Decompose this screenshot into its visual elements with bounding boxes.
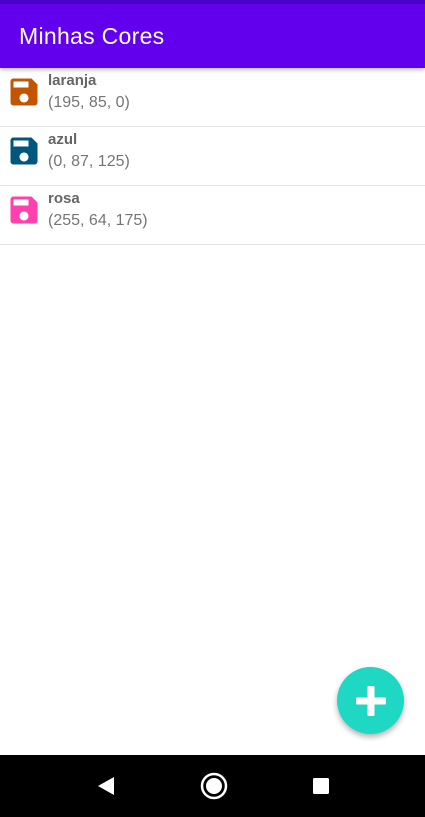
list-item-laranja[interactable]: laranja (195, 85, 0) bbox=[0, 68, 425, 127]
nav-home-button[interactable] bbox=[184, 755, 244, 817]
color-rgb-value: (255, 64, 175) bbox=[48, 212, 148, 229]
color-name: rosa bbox=[48, 190, 80, 207]
color-rgb-value: (0, 87, 125) bbox=[48, 153, 130, 170]
save-icon bbox=[6, 192, 42, 228]
app-title: Minhas Cores bbox=[19, 22, 165, 49]
nav-recent-button[interactable] bbox=[291, 755, 351, 817]
list-item-rosa[interactable]: rosa (255, 64, 175) bbox=[0, 186, 425, 245]
color-name: azul bbox=[48, 131, 78, 148]
list-item-azul[interactable]: azul (0, 87, 125) bbox=[0, 127, 425, 186]
color-rgb-value: (195, 85, 0) bbox=[48, 94, 130, 111]
recent-square-icon bbox=[313, 778, 329, 794]
nav-back-button[interactable] bbox=[76, 755, 136, 817]
color-name: laranja bbox=[48, 72, 97, 89]
add-color-button[interactable] bbox=[337, 667, 404, 734]
back-triangle-icon bbox=[98, 777, 114, 795]
home-circle-icon bbox=[200, 772, 228, 800]
save-icon bbox=[6, 74, 42, 110]
system-nav-bar bbox=[0, 755, 425, 817]
app-bar: Minhas Cores bbox=[0, 4, 425, 68]
color-list: laranja (195, 85, 0) azul (0, 87, 125) r… bbox=[0, 68, 425, 245]
plus-icon bbox=[355, 685, 386, 716]
save-icon bbox=[6, 133, 42, 169]
